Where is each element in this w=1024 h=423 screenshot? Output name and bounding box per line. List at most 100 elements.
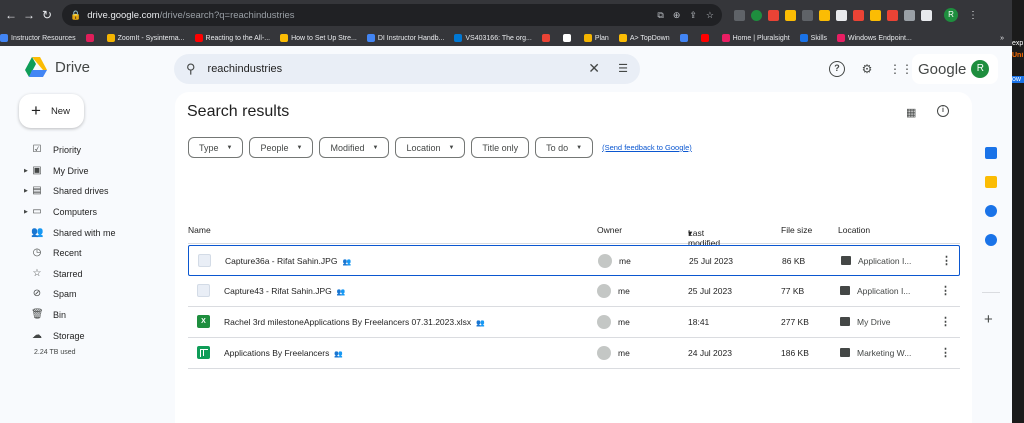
bookmark-item[interactable] [562, 34, 574, 42]
expand-caret-icon[interactable]: ▶ [24, 168, 28, 174]
bookmark-item[interactable] [85, 34, 97, 42]
extension-icon[interactable] [785, 9, 796, 21]
file-name[interactable]: Capture43 - Rifat Sahin.JPG 👥 [224, 286, 345, 296]
more-actions-icon[interactable]: ⋮ [940, 284, 951, 297]
sidebar-item-shared-drives[interactable]: ▶ ▤ Shared drives [0, 181, 170, 202]
file-name[interactable]: Capture36a - Rifat Sahin.JPG 👥 [225, 256, 351, 266]
sidebar-item-label: Shared drives [53, 186, 109, 197]
sidebar-item-priority[interactable]: ☑ Priority [0, 140, 170, 161]
profile-avatar[interactable]: R [944, 8, 958, 22]
add-addon-icon[interactable]: + [984, 311, 993, 328]
sidebar-item-shared-with-me[interactable]: 👥 Shared with me [0, 222, 170, 243]
bookmark-item[interactable]: ZoomIt - Sysinterna... [106, 34, 185, 42]
sort-desc-icon[interactable]: ▾ [688, 228, 692, 239]
expand-caret-icon[interactable]: ▶ [24, 188, 28, 194]
bookmark-item[interactable]: Reacting to the All-... [194, 34, 270, 42]
extension-icon[interactable] [853, 9, 864, 21]
column-file-size[interactable]: File size [781, 225, 812, 235]
extension-icon[interactable] [870, 9, 881, 21]
settings-gear-icon[interactable]: ⚙ [859, 61, 875, 77]
drive-logo[interactable]: Drive [25, 57, 90, 77]
bookmark-item[interactable]: Home | Pluralsight [721, 34, 790, 42]
bookmark-item[interactable]: A> TopDown [618, 34, 670, 42]
column-location[interactable]: Location [838, 225, 870, 235]
bookmark-item[interactable] [541, 34, 553, 42]
more-actions-icon[interactable]: ⋮ [941, 254, 952, 267]
help-icon[interactable]: ? [829, 61, 845, 77]
calendar-icon[interactable] [985, 147, 997, 159]
sidebar-item-my-drive[interactable]: ▶ ▣ My Drive [0, 161, 170, 182]
extension-icon[interactable] [802, 9, 813, 21]
file-name[interactable]: Applications By Freelancers 👥 [224, 348, 343, 358]
bookmark-item[interactable] [700, 34, 712, 42]
column-owner[interactable]: Owner [597, 225, 622, 235]
filter-chip-modified[interactable]: Modified ▼ [319, 137, 390, 158]
search-options-icon[interactable]: ☰ [618, 62, 628, 75]
grid-view-icon[interactable]: ▦ [906, 106, 916, 119]
search-icon[interactable]: ⚲ [186, 61, 196, 77]
table-row[interactable]: X Rachel 3rd milestoneApplications By Fre… [188, 307, 960, 338]
send-feedback-link[interactable]: (Send feedback to Google) [602, 143, 692, 152]
more-actions-icon[interactable]: ⋮ [940, 315, 951, 328]
location-text[interactable]: Application I... [858, 256, 911, 266]
location-text[interactable]: Marketing W... [857, 348, 911, 358]
extension-icon[interactable] [768, 9, 779, 21]
file-name[interactable]: Rachel 3rd milestoneApplications By Free… [224, 317, 485, 327]
keep-icon[interactable] [985, 176, 997, 188]
bookmark-item[interactable]: Instructor Resources [0, 34, 76, 42]
bookmark-item[interactable]: Plan [583, 34, 609, 42]
extension-icon[interactable] [887, 9, 898, 21]
bookmark-item[interactable]: VS403166: The org... [454, 34, 532, 42]
new-button[interactable]: + New [19, 94, 84, 128]
sidebar-item-computers[interactable]: ▶ ▭ Computers [0, 202, 170, 223]
bookmark-item[interactable]: DI Instructor Handb... [366, 34, 444, 42]
address-bar[interactable]: 🔒 drive.google.com/drive/search?q=reachi… [62, 4, 722, 26]
apps-grid-icon[interactable]: ⋮⋮ [889, 61, 913, 77]
search-bar[interactable]: ⚲ reachindustries ✕ ☰ [174, 54, 640, 84]
account-avatar[interactable]: R [971, 60, 990, 78]
table-row[interactable]: Applications By Freelancers 👥 me 24 Jul 202… [188, 338, 960, 369]
extension-icon[interactable] [819, 9, 830, 21]
search-input[interactable]: reachindustries [208, 63, 283, 75]
location-text[interactable]: Application I... [857, 286, 910, 296]
bookmark-star-icon[interactable]: ☆ [706, 10, 714, 21]
tasks-icon[interactable] [985, 205, 997, 217]
bookmark-item[interactable]: Skills [799, 34, 827, 42]
sidebar-item-spam[interactable]: ⊘ Spam [0, 284, 170, 305]
more-actions-icon[interactable]: ⋮ [940, 346, 951, 359]
bookmark-item[interactable]: Windows Endpoint... [837, 34, 912, 42]
extension-icon[interactable] [734, 9, 745, 21]
puzzle-icon[interactable] [904, 9, 915, 21]
filter-chip-people[interactable]: People ▼ [249, 137, 314, 158]
expand-caret-icon[interactable]: ▶ [24, 209, 28, 215]
forward-icon[interactable]: → [22, 8, 36, 22]
sidebar-item-starred[interactable]: ☆ Starred [0, 264, 170, 285]
sidebar-item-bin[interactable]: 🗑 Bin [0, 305, 170, 326]
reload-icon[interactable]: ↻ [40, 8, 54, 22]
open-in-app-icon[interactable]: ⧉ [657, 10, 663, 21]
share-icon[interactable]: ⇪ [689, 10, 697, 21]
filter-chip-title-only[interactable]: Title only [471, 137, 530, 158]
side-panel-icon[interactable] [921, 9, 932, 21]
back-icon[interactable]: ← [4, 8, 18, 22]
bookmark-item[interactable]: How to Set Up Stre... [280, 34, 357, 42]
bookmarks-overflow-icon[interactable]: » [1000, 35, 1004, 42]
filter-chip-type[interactable]: Type ▼ [188, 137, 244, 158]
table-row[interactable]: Capture43 - Rifat Sahin.JPG 👥 me 25 Jul 202… [188, 276, 960, 307]
menu-icon[interactable]: ⋮ [968, 10, 978, 21]
clear-search-icon[interactable]: ✕ [588, 60, 600, 77]
info-icon[interactable]: i [937, 105, 949, 117]
table-row[interactable]: Capture36a - Rifat Sahin.JPG 👥 me 25 Jul 20… [188, 245, 960, 276]
sidebar-item-storage[interactable]: ☁ Storage [0, 325, 170, 346]
filter-chip-to-do[interactable]: To do ▼ [535, 137, 594, 158]
location-text[interactable]: My Drive [857, 317, 891, 327]
zoom-icon[interactable]: ⊕ [673, 10, 681, 21]
extension-icon[interactable] [751, 9, 762, 21]
column-name[interactable]: Name [188, 225, 211, 235]
sidebar-item-recent[interactable]: ◷ Recent [0, 243, 170, 264]
bookmark-item[interactable] [679, 34, 691, 42]
filter-chip-location[interactable]: Location ▼ [395, 137, 466, 158]
contacts-icon[interactable] [985, 234, 997, 246]
extension-icon[interactable] [836, 9, 847, 21]
account-box[interactable]: Google R [912, 54, 998, 84]
